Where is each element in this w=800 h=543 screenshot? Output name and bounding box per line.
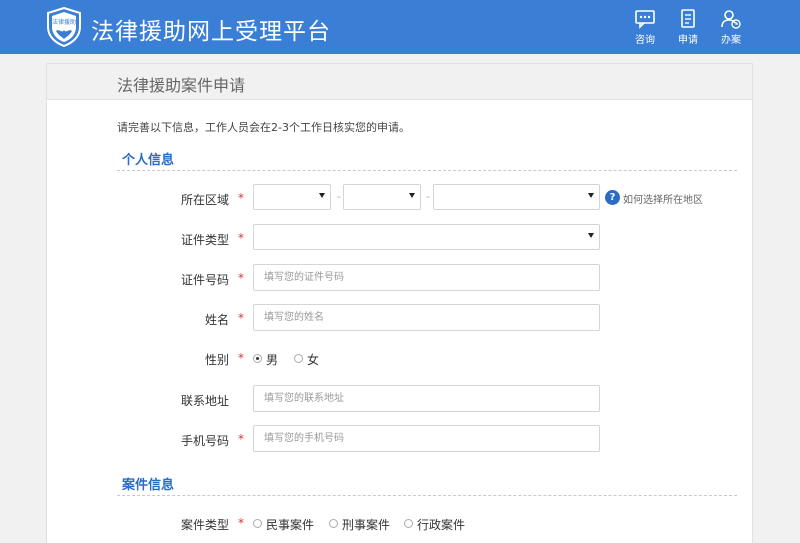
nav-case-label: 办案 — [721, 35, 741, 46]
id-number-input[interactable] — [253, 264, 600, 291]
district-select[interactable] — [433, 184, 600, 210]
region-separator: - — [337, 190, 341, 203]
nav-apply[interactable]: 申请 — [668, 9, 708, 46]
application-panel: 法律援助案件申请 请完善以下信息，工作人员会在2-3个工作日核实您的申请。 个人… — [46, 63, 753, 543]
intro-text: 请完善以下信息，工作人员会在2-3个工作日核实您的申请。 — [117, 121, 410, 134]
section-title-personal: 个人信息 — [122, 153, 175, 168]
required-mark: * — [238, 351, 244, 365]
gender-female-label: 女 — [307, 353, 320, 367]
name-input[interactable] — [253, 304, 600, 331]
case-type-civil-radio[interactable]: 民事案件 — [253, 517, 325, 532]
phone-label: 手机号码 — [180, 434, 229, 448]
nav-case[interactable]: 办案 — [711, 9, 751, 46]
id-type-label: 证件类型 — [180, 233, 229, 247]
radio-unchecked-icon — [294, 354, 303, 363]
region-label: 所在区域 — [180, 193, 229, 207]
dropdown-caret-icon — [319, 193, 325, 198]
gender-female-radio[interactable]: 女 — [294, 352, 334, 367]
section-divider — [117, 495, 737, 496]
shield-logo-icon: 法律援助 — [47, 7, 81, 47]
radio-unchecked-icon — [253, 519, 262, 528]
radio-unchecked-icon — [404, 519, 413, 528]
id-type-select[interactable] — [253, 224, 600, 250]
address-input[interactable] — [253, 385, 600, 412]
gender-label: 性别 — [204, 353, 229, 367]
province-select[interactable] — [253, 184, 331, 210]
nav-consult-label: 咨询 — [635, 35, 655, 46]
header-bar: 法律援助 法律援助网上受理平台 咨询 申请 办案 — [0, 0, 800, 54]
section-title-case: 案件信息 — [122, 478, 175, 493]
phone-input[interactable] — [253, 425, 600, 452]
required-mark: * — [238, 191, 244, 205]
required-mark: * — [238, 271, 244, 285]
required-mark: * — [238, 432, 244, 446]
case-type-criminal-radio[interactable]: 刑事案件 — [329, 517, 401, 532]
case-icon — [721, 10, 741, 29]
city-select[interactable] — [343, 184, 421, 210]
section-divider — [117, 170, 737, 171]
case-type-criminal-label: 刑事案件 — [342, 518, 391, 532]
form-icon — [681, 9, 695, 28]
panel-header: 法律援助案件申请 — [47, 64, 752, 100]
site-title: 法律援助网上受理平台 — [91, 19, 331, 45]
region-separator: - — [426, 190, 430, 203]
chat-icon — [635, 10, 655, 29]
required-mark: * — [238, 516, 244, 530]
region-help-text: 如何选择所在地区 — [623, 195, 703, 206]
id-number-label: 证件号码 — [180, 273, 229, 287]
name-label: 姓名 — [204, 313, 229, 327]
radio-checked-icon — [253, 354, 262, 363]
nav-consult[interactable]: 咨询 — [625, 9, 665, 46]
logo-text: 法律援助 — [52, 18, 76, 26]
radio-unchecked-icon — [329, 519, 338, 528]
address-label: 联系地址 — [180, 394, 229, 408]
gender-male-radio[interactable]: 男 — [253, 352, 293, 367]
nav-apply-label: 申请 — [678, 35, 698, 46]
case-type-admin-label: 行政案件 — [417, 518, 466, 532]
page-title: 法律援助案件申请 — [117, 76, 246, 95]
case-type-admin-radio[interactable]: 行政案件 — [404, 517, 476, 532]
question-icon: ? — [605, 190, 620, 205]
case-type-label: 案件类型 — [180, 518, 229, 532]
required-mark: * — [238, 231, 244, 245]
gender-male-label: 男 — [266, 353, 279, 367]
dropdown-caret-icon — [588, 193, 594, 198]
dropdown-caret-icon — [409, 193, 415, 198]
required-mark: * — [238, 311, 244, 325]
dropdown-caret-icon — [588, 233, 594, 238]
case-type-civil-label: 民事案件 — [266, 518, 315, 532]
